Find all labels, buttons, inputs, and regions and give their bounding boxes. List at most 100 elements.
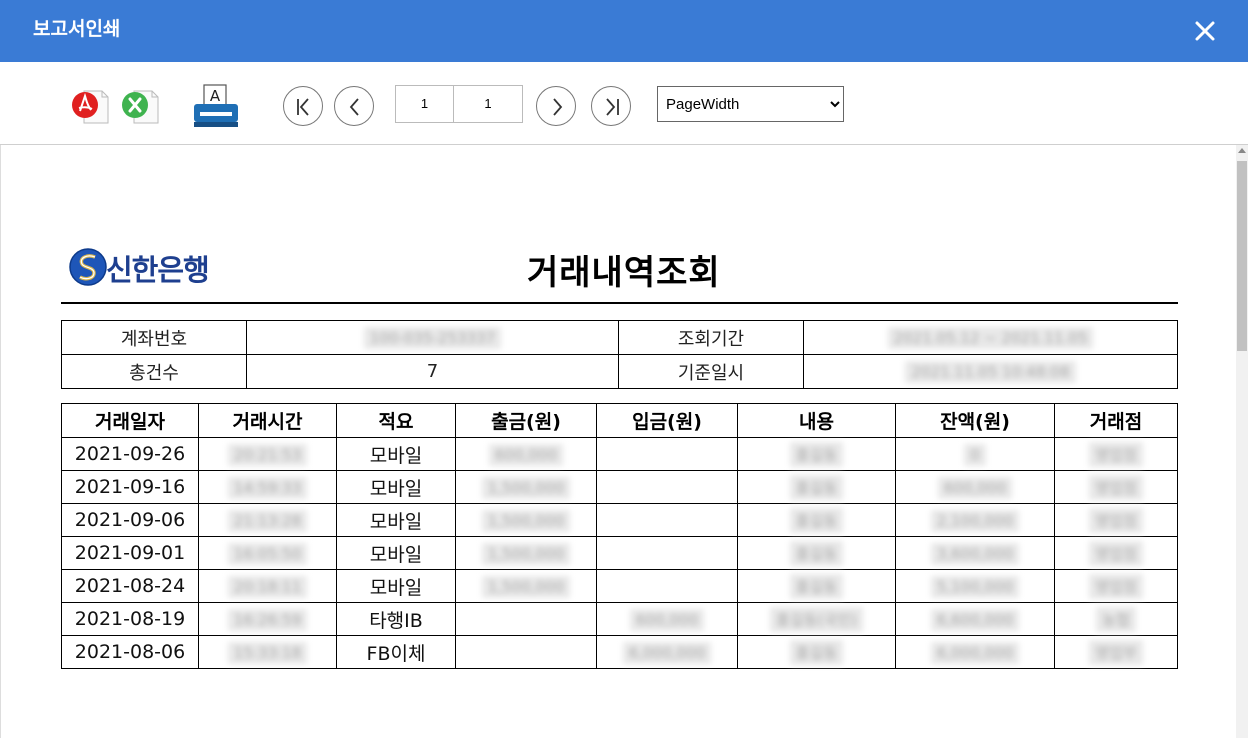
withdraw-value: 1,500,000	[481, 476, 571, 499]
col-header-content: 내용	[737, 403, 896, 438]
cell-withdraw	[455, 635, 597, 669]
balance-value: 6,000,000	[930, 641, 1020, 664]
toolbar: A 1 1 PageWidth	[0, 62, 1248, 145]
account-value-text: 100-035-253337	[363, 326, 502, 349]
cell-deposit	[596, 470, 738, 504]
cell-content: 홍길동	[737, 503, 896, 537]
content-value: 홍길동	[789, 573, 844, 599]
cell-branch: 영업점	[1054, 503, 1178, 537]
time-value: 21:13:28	[227, 509, 308, 532]
page-total: 1	[453, 85, 523, 123]
cell-content: 홍길동(국민)	[737, 602, 896, 636]
time-value: 20:21:53	[227, 443, 308, 466]
cell-deposit	[596, 536, 738, 570]
period-value-text: 2021.05.12 ~ 2021.11.05	[887, 326, 1094, 349]
branch-value: 농협	[1096, 606, 1136, 632]
cell-branch: 농협	[1054, 602, 1178, 636]
info-row: 계좌번호 100-035-253337 조회기간 2021.05.12 ~ 20…	[61, 320, 1178, 355]
transaction-body: 2021-09-26 20:21:53 모바일 600,000 홍길동 0 영업점 2021-…	[61, 437, 1178, 669]
cell-summary: 모바일	[336, 536, 456, 570]
cell-balance: 2,100,000	[895, 503, 1055, 537]
cell-time: 21:13:28	[198, 503, 337, 537]
cell-time: 15:33:18	[198, 635, 337, 669]
cell-withdraw	[455, 602, 597, 636]
cell-summary: 모바일	[336, 503, 456, 537]
branch-value: 영업점	[1089, 507, 1143, 533]
cell-balance: 6,600,000	[895, 602, 1055, 636]
col-header-time: 거래시간	[198, 403, 337, 438]
cell-branch: 영업부	[1054, 635, 1178, 669]
branch-value: 영업점	[1089, 441, 1143, 467]
cell-content: 홍길동	[737, 470, 896, 504]
balance-value: 2,100,000	[930, 509, 1020, 532]
cell-deposit	[596, 569, 738, 603]
info-row: 총건수 7 기준일시 2021.11.05 10:48:08	[61, 354, 1178, 389]
table-header-row: 거래일자 거래시간 적요 출금(원) 입금(원) 내용 잔액(원) 거래점	[61, 403, 1178, 438]
content-value: 홍길동	[789, 540, 844, 566]
balance-value: 5,100,000	[930, 575, 1020, 598]
cell-time: 16:05:50	[198, 536, 337, 570]
branch-value: 영업점	[1089, 573, 1143, 599]
cell-content: 홍길동	[737, 437, 896, 471]
shinhan-logo	[69, 248, 107, 290]
cell-deposit	[596, 503, 738, 537]
col-header-withdraw: 출금(원)	[455, 403, 597, 438]
cell-deposit: 6,000,000	[596, 635, 738, 669]
prev-page-icon[interactable]	[334, 86, 374, 126]
cell-date: 2021-09-01	[61, 536, 199, 570]
zoom-select[interactable]: PageWidth	[657, 86, 844, 122]
vertical-scrollbar[interactable]	[1236, 145, 1248, 738]
cell-content: 홍길동	[737, 569, 896, 603]
last-page-icon[interactable]	[591, 86, 631, 126]
cell-withdraw: 1,500,000	[455, 569, 597, 603]
pdf-icon[interactable]	[70, 85, 112, 127]
time-value: 14:59:33	[227, 476, 308, 499]
first-page-icon[interactable]	[283, 86, 323, 126]
col-header-branch: 거래점	[1054, 403, 1178, 438]
excel-icon[interactable]	[120, 85, 162, 127]
cell-date: 2021-09-26	[61, 437, 199, 471]
printer-icon[interactable]: A	[191, 82, 241, 130]
cell-branch: 영업점	[1054, 470, 1178, 504]
table-row: 2021-08-19 16:26:59 타행IB 600,000 홍길동(국민) 6,60…	[61, 602, 1178, 636]
table-row: 2021-09-26 20:21:53 모바일 600,000 홍길동 0 영업점	[61, 437, 1178, 471]
cell-date: 2021-08-06	[61, 635, 199, 669]
page-current-input[interactable]: 1	[395, 85, 454, 123]
window-title: 보고서인쇄	[33, 18, 121, 40]
cell-balance: 600,000	[895, 470, 1055, 504]
content-value: 홍길동(국민)	[770, 606, 863, 632]
cell-date: 2021-09-06	[61, 503, 199, 537]
account-value: 100-035-253337	[246, 320, 619, 355]
count-value: 7	[246, 354, 619, 389]
col-header-balance: 잔액(원)	[895, 403, 1055, 438]
account-info-table: 계좌번호 100-035-253337 조회기간 2021.05.12 ~ 20…	[61, 320, 1178, 389]
transaction-table: 거래일자 거래시간 적요 출금(원) 입금(원) 내용 잔액(원) 거래점 20…	[61, 403, 1178, 669]
account-label: 계좌번호	[61, 320, 247, 355]
cell-branch: 영업점	[1054, 569, 1178, 603]
time-value: 20:18:11	[227, 575, 308, 598]
table-row: 2021-08-06 15:33:18 FB이체 6,000,000 홍길동 6,000,…	[61, 635, 1178, 669]
cell-branch: 영업점	[1054, 437, 1178, 471]
cell-withdraw: 1,500,000	[455, 503, 597, 537]
period-label: 조회기간	[618, 320, 804, 355]
cell-balance: 5,100,000	[895, 569, 1055, 603]
cell-summary: 모바일	[336, 437, 456, 471]
cell-time: 16:26:59	[198, 602, 337, 636]
next-page-icon[interactable]	[536, 86, 576, 126]
time-value: 16:05:50	[227, 542, 308, 565]
cell-time: 20:21:53	[198, 437, 337, 471]
period-value: 2021.05.12 ~ 2021.11.05	[803, 320, 1178, 355]
cell-withdraw: 1,500,000	[455, 536, 597, 570]
scroll-up-icon[interactable]	[1238, 148, 1246, 153]
close-icon[interactable]	[1188, 14, 1222, 48]
content-value: 홍길동	[789, 507, 844, 533]
time-value: 15:33:18	[227, 641, 308, 664]
cell-content: 홍길동	[737, 536, 896, 570]
cell-summary: FB이체	[336, 635, 456, 669]
cell-balance: 3,600,000	[895, 536, 1055, 570]
deposit-value: 600,000	[629, 608, 705, 631]
svg-text:A: A	[210, 87, 221, 105]
scrollbar-thumb[interactable]	[1237, 161, 1247, 351]
deposit-value: 6,000,000	[622, 641, 712, 664]
balance-value: 600,000	[937, 476, 1013, 499]
